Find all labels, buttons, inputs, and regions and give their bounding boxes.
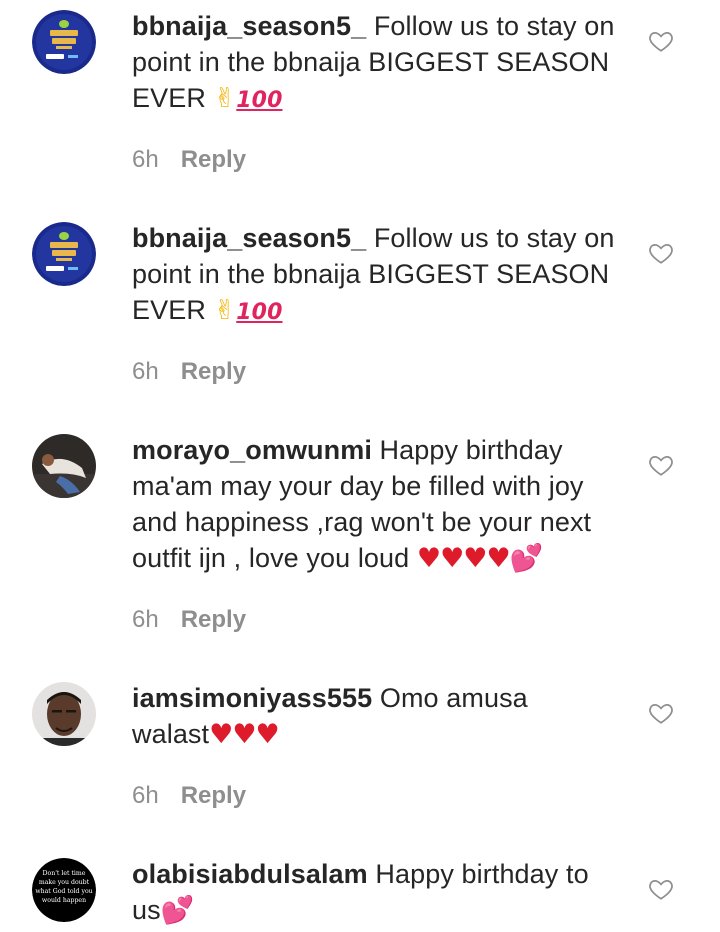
two-hearts-emoji-icon: 💕 (160, 895, 195, 926)
comment-body: bbnaija_season5_ Follow us to stay on po… (132, 8, 622, 119)
comment-item: iamsimoniyass555 Omo amusa walast♥♥♥ 6h R… (0, 672, 720, 848)
svg-text:Don't let time: Don't let time (43, 870, 86, 877)
like-button[interactable] (648, 700, 674, 726)
comment-time: 6h (132, 146, 159, 173)
like-button[interactable] (648, 876, 674, 902)
comment-meta: 6h Reply (132, 782, 246, 810)
avatar[interactable] (32, 434, 96, 498)
heart-outline-icon (649, 880, 673, 900)
svg-text:what God told you: what God told you (35, 888, 92, 895)
reply-button[interactable]: Reply (181, 606, 246, 633)
comment-body: iamsimoniyass555 Omo amusa walast♥♥♥ (132, 680, 622, 753)
bbnaija-logo-icon (32, 222, 96, 286)
comment-meta: 6h Reply (132, 358, 246, 386)
comment-username[interactable]: iamsimoniyass555 (132, 683, 372, 713)
user-photo-icon (32, 434, 96, 498)
like-button[interactable] (648, 28, 674, 54)
heart-outline-icon (649, 704, 673, 724)
comment-meta: 6h Reply (132, 146, 246, 174)
comment-body: morayo_omwunmi Happy birthday ma'am may … (132, 432, 622, 577)
comment-username[interactable]: morayo_omwunmi (132, 435, 372, 465)
comment-item: bbnaija_season5_ Follow us to stay on po… (0, 212, 720, 412)
like-button[interactable] (648, 452, 674, 478)
two-hearts-emoji-icon: 💕 (509, 543, 544, 574)
heart-outline-icon (649, 244, 673, 264)
like-button[interactable] (648, 240, 674, 266)
comment-item: bbnaija_season5_ Follow us to stay on po… (0, 0, 720, 200)
svg-text:would happen: would happen (42, 897, 86, 904)
comment-body: olabisiabdulsalam Happy birthday to us💕 (132, 856, 622, 929)
bbnaija-logo-icon (32, 10, 96, 74)
comment-time: 6h (132, 782, 159, 809)
reply-button[interactable]: Reply (181, 782, 246, 809)
heart-outline-icon (649, 456, 673, 476)
avatar[interactable] (32, 682, 96, 746)
hundred-emoji-icon: 100 (236, 88, 283, 113)
reply-button[interactable]: Reply (181, 146, 246, 173)
svg-text:make you doubt: make you doubt (39, 879, 90, 886)
hundred-emoji-icon: 100 (236, 300, 283, 325)
avatar[interactable] (32, 10, 96, 74)
avatar[interactable] (32, 222, 96, 286)
comment-username[interactable]: bbnaija_season5_ (132, 223, 366, 253)
user-photo-icon (32, 682, 96, 746)
comment-time: 6h (132, 358, 159, 385)
reply-button[interactable]: Reply (181, 358, 246, 385)
comment-meta: 6h Reply (132, 606, 246, 634)
comment-item: morayo_omwunmi Happy birthday ma'am may … (0, 424, 720, 674)
comment-item: Don't let time make you doubt what God t… (0, 848, 720, 932)
comment-username[interactable]: bbnaija_season5_ (132, 11, 366, 41)
comment-time: 6h (132, 606, 159, 633)
avatar[interactable]: Don't let time make you doubt what God t… (32, 858, 96, 922)
comment-body: bbnaija_season5_ Follow us to stay on po… (132, 220, 622, 331)
heart-outline-icon (649, 32, 673, 52)
peace-emoji-icon: ✌ (213, 83, 237, 114)
comment-username[interactable]: olabisiabdulsalam (132, 859, 368, 889)
quote-avatar-icon: Don't let time make you doubt what God t… (32, 858, 96, 922)
red-heart-emoji-icon: ♥♥♥♥ (416, 543, 511, 574)
peace-emoji-icon: ✌ (213, 295, 237, 326)
red-heart-emoji-icon: ♥♥♥ (209, 719, 280, 750)
